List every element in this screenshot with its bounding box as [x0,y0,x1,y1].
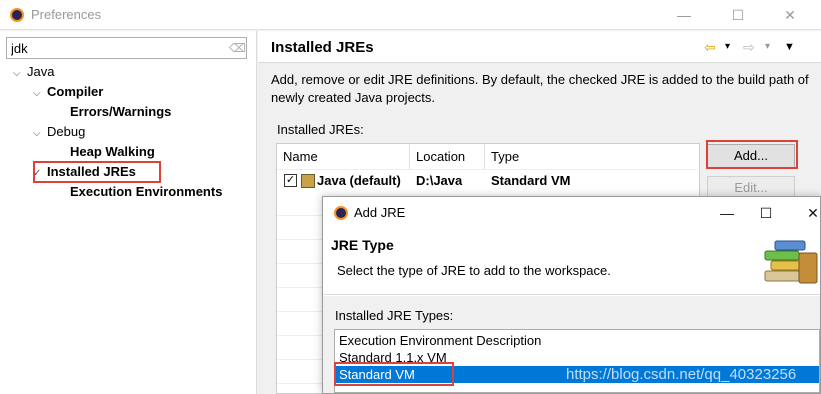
dialog-minimize-button[interactable]: — [713,202,741,224]
column-header-type[interactable]: Type [485,144,699,169]
page-title: Installed JREs [271,39,374,56]
jre-type-cell[interactable]: Standard VM [485,170,570,192]
eclipse-icon [10,8,24,22]
watermark-text: https://blog.csdn.net/qq_40323256 [566,366,797,383]
library-books-icon [764,240,818,284]
jre-location-cell[interactable]: D:\Java [410,170,462,192]
close-button[interactable]: ✕ [775,4,805,26]
dialog-titlebar: Add JRE — ☐ ✕ [323,197,820,229]
dialog-maximize-button[interactable]: ☐ [752,202,780,224]
chevron-down-icon[interactable]: ▾ [725,38,730,56]
highlight-add-button [706,140,798,169]
dialog-header-description: Select the type of JRE to add to the wor… [337,263,611,278]
tree-item-java[interactable]: ⌵ Java [13,62,54,82]
page-description: Add, remove or edit JRE definitions. By … [271,72,809,105]
eclipse-icon [334,206,348,220]
preference-tree-pane: ⌫ ⌵Java ⌵Compiler Errors/Warnings ⌵Debug… [0,31,257,394]
jre-checkbox[interactable]: ✓ [284,174,297,187]
preferences-titlebar: Preferences — ☐ ✕ [0,0,821,30]
back-arrow-icon[interactable]: ⇦ [704,38,716,56]
dialog-title: Add JRE [354,205,406,220]
column-header-location[interactable]: Location [410,144,485,169]
highlight-standard-vm [334,362,454,386]
tree-item-execution-environments[interactable]: Execution Environments [70,182,222,202]
forward-arrow-icon[interactable]: ⇨ [743,38,755,56]
chevron-down-icon[interactable]: ⌵ [33,124,47,144]
tree-item-errors-warnings[interactable]: Errors/Warnings [70,102,171,122]
column-header-name[interactable]: Name [277,144,410,169]
tree-item-compiler[interactable]: ⌵ Compiler [33,82,103,102]
dialog-close-button[interactable]: ✕ [799,202,821,224]
highlight-installed-jres [33,161,161,183]
installed-jre-types-label: Installed JRE Types: [335,308,454,323]
dialog-header: JRE Type Select the type of JRE to add t… [323,229,820,295]
tree-item-heap-walking[interactable]: Heap Walking [70,142,155,162]
maximize-button[interactable]: ☐ [723,4,753,26]
minimize-button[interactable]: — [669,4,699,26]
window-title: Preferences [31,7,102,22]
jre-name-cell[interactable]: Java (default) [311,170,401,192]
filter-input[interactable] [6,37,247,59]
eraser-icon[interactable]: ⌫ [229,41,246,55]
installed-jres-label: Installed JREs: [277,122,364,137]
tree-item-debug[interactable]: ⌵ Debug [33,122,85,142]
page-header: Installed JREs ⇦ ▾ ⇨ ▾ ▼ [258,31,821,63]
chevron-down-icon[interactable]: ▾ [765,38,770,56]
view-menu-icon[interactable]: ▼ [784,38,795,56]
dialog-header-title: JRE Type [331,237,394,253]
chevron-down-icon[interactable]: ⌵ [33,84,47,104]
chevron-down-icon[interactable]: ⌵ [13,64,27,84]
jre-type-item[interactable]: Execution Environment Description [335,332,819,349]
